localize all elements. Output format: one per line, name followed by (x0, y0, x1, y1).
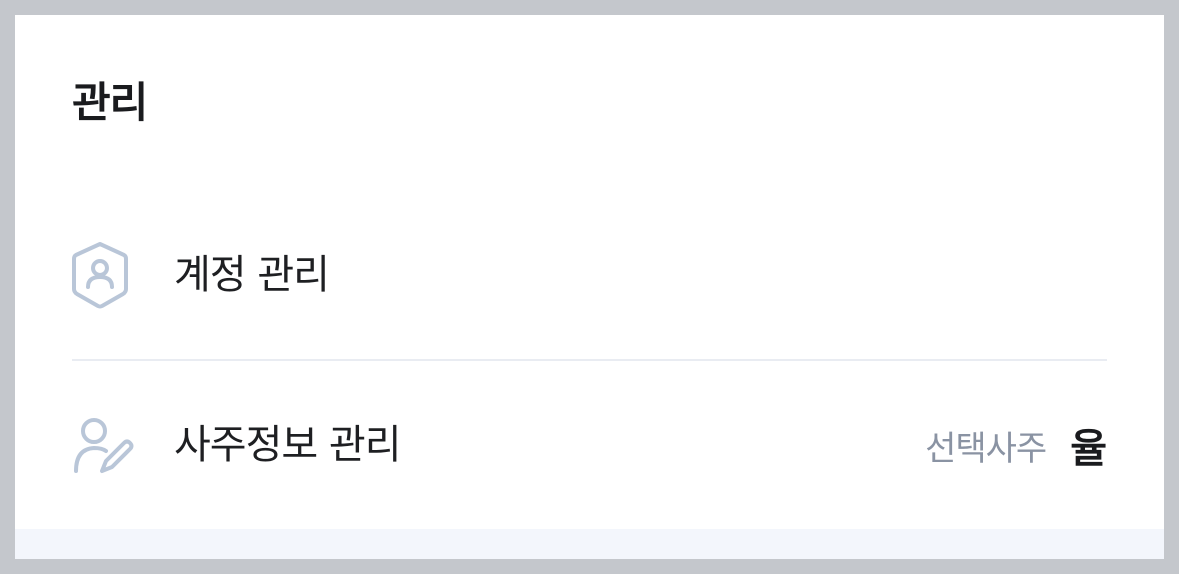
shield-user-icon (72, 239, 144, 311)
selected-saju-group: 선택사주 율 (925, 416, 1107, 474)
bottom-strip (15, 529, 1164, 559)
selected-saju-label: 선택사주 (925, 428, 1047, 469)
saju-info-management-row[interactable]: 사주정보 관리 선택사주 율 (72, 405, 1107, 485)
divider (72, 359, 1107, 361)
account-management-row[interactable]: 계정 관리 (72, 235, 1107, 315)
selected-saju-value: 율 (1070, 426, 1107, 472)
user-edit-icon (72, 409, 144, 481)
account-management-label: 계정 관리 (174, 252, 330, 298)
section-title: 관리 (72, 78, 148, 127)
saju-info-management-label: 사주정보 관리 (174, 422, 402, 468)
management-panel: 관리 계정 관리 사주정보 관리 선택사주 율 (15, 15, 1164, 559)
